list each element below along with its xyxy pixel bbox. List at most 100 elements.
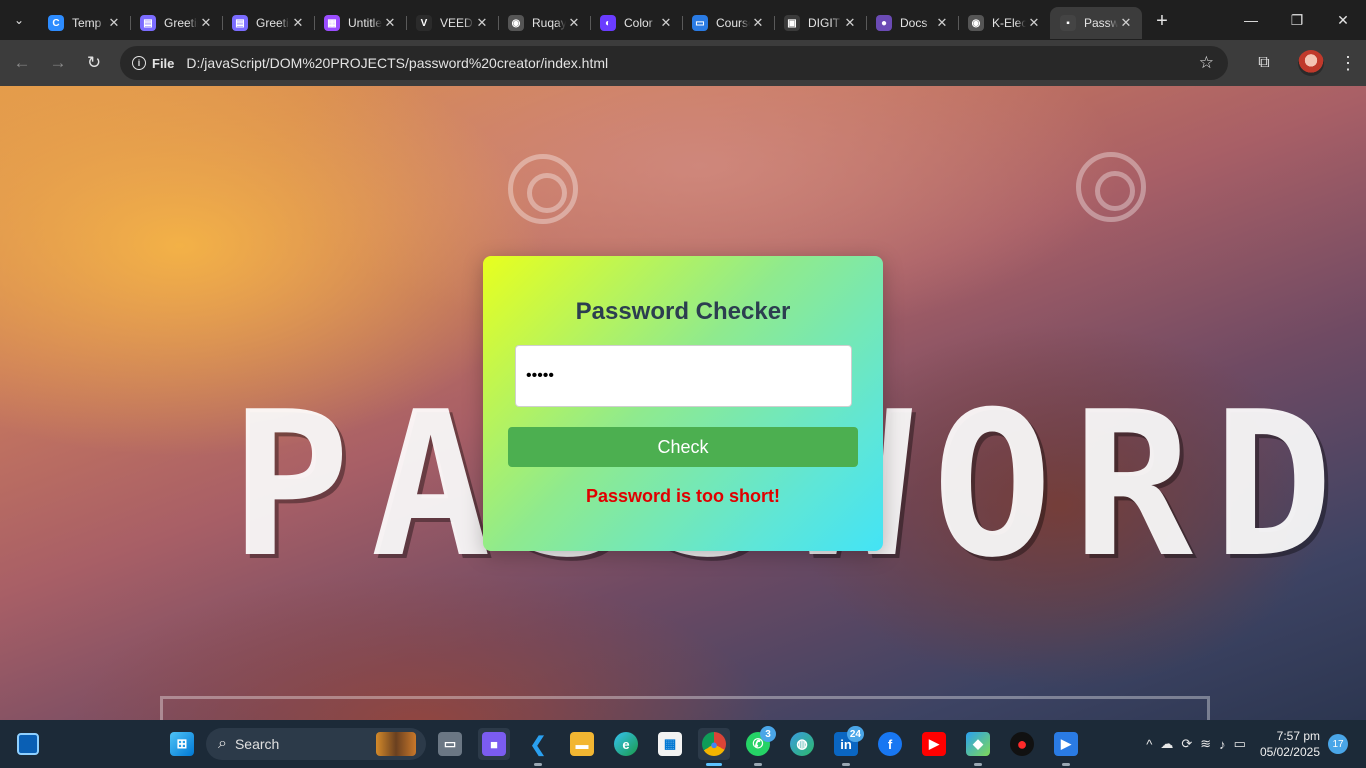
veed-icon: V xyxy=(416,15,432,31)
tab-close-icon[interactable]: ✕ xyxy=(934,15,950,31)
window-controls: — ❐ ✕ xyxy=(1228,0,1366,40)
reload-icon[interactable]: ↻ xyxy=(76,45,112,81)
new-tab-button[interactable]: + xyxy=(1146,5,1178,37)
vscode-icon[interactable]: ❮ xyxy=(522,728,554,766)
validation-message: Password is too short! xyxy=(585,486,781,506)
screen-recorder-icon[interactable]: ● xyxy=(1006,728,1038,760)
tab-search-chevron-icon[interactable]: ⌄ xyxy=(0,0,38,40)
calendar-icon: ▦ xyxy=(324,15,340,31)
volume-icon[interactable]: ♪ xyxy=(1219,737,1226,752)
tab-close-icon[interactable]: ✕ xyxy=(750,15,766,31)
wifi-icon[interactable]: ≋ xyxy=(1200,736,1211,752)
store-icon[interactable]: ▦ xyxy=(654,728,686,760)
battery-icon[interactable]: ▭ xyxy=(1234,736,1246,752)
tab-close-icon[interactable]: ✕ xyxy=(106,15,122,31)
tab-close-icon[interactable]: ✕ xyxy=(1118,15,1134,31)
page-viewport: PASSWORD Password Checker Check Password… xyxy=(0,86,1366,720)
whatsapp-badge: 3 xyxy=(760,726,776,742)
swirl-decoration xyxy=(1076,152,1146,222)
profile-avatar[interactable] xyxy=(1298,50,1324,76)
edge-icon[interactable]: e xyxy=(610,728,642,760)
tab-close-icon[interactable]: ✕ xyxy=(198,15,214,31)
browser-tab[interactable]: V VEED ✕ xyxy=(406,7,499,39)
back-arrow-icon[interactable]: ← xyxy=(4,45,40,81)
sync-icon[interactable]: ⟳ xyxy=(1181,736,1192,752)
document-icon: ▤ xyxy=(232,15,248,31)
browser-tab[interactable]: ▤ Greetings✕ xyxy=(130,7,223,39)
widgets-icon[interactable] xyxy=(12,728,44,760)
browser-globe-icon[interactable]: ◍ xyxy=(786,728,818,760)
media-player-icon[interactable]: ▶ xyxy=(1050,728,1082,766)
extensions-puzzle-icon[interactable]: ⧉ xyxy=(1246,45,1282,81)
browser-tab[interactable]: ▣ DIGIT ✕ xyxy=(774,7,867,39)
file-explorer-icon[interactable]: ▬ xyxy=(566,728,598,760)
page-title: Password Checker xyxy=(575,298,791,325)
chevron-up-icon[interactable]: ^ xyxy=(1146,737,1152,752)
facebook-icon[interactable]: f xyxy=(874,728,906,760)
task-view-icon[interactable]: ▭ xyxy=(434,728,466,760)
restore-icon[interactable]: ❐ xyxy=(1274,0,1320,40)
tab-list: CTemp✕▤Greetings✕▤Greetings✕▦Untitled✕VV… xyxy=(38,0,1142,40)
linkedin-badge: 24 xyxy=(846,726,864,742)
tab-title: K-Electric xyxy=(992,16,1026,30)
browser-tab[interactable]: C Temp ✕ xyxy=(38,7,131,39)
password-input[interactable] xyxy=(515,345,852,407)
kebab-menu-icon[interactable]: ⋮ xyxy=(1336,45,1360,81)
linkedin-icon[interactable]: in 24 xyxy=(830,726,864,766)
tab-title: Temp xyxy=(72,16,102,30)
swirl-decoration xyxy=(508,154,578,224)
color-icon: ◐ xyxy=(600,15,616,31)
search-icon: ⌕ xyxy=(218,735,227,752)
info-icon: i xyxy=(132,56,146,70)
start-windows-icon[interactable]: ⊞ xyxy=(166,728,198,760)
url-text[interactable]: D:/javaScript/DOM%20PROJECTS/password%20… xyxy=(186,55,608,71)
digit-icon: ▣ xyxy=(784,15,800,31)
canva-icon: C xyxy=(48,15,64,31)
forward-arrow-icon[interactable]: → xyxy=(40,45,76,81)
bookmark-star-icon[interactable]: ☆ xyxy=(1199,53,1214,73)
clock-time: 7:57 pm xyxy=(1276,729,1320,743)
tab-title: DIGIT xyxy=(808,16,840,30)
browser-tab[interactable]: ▪ Password Checker✕ xyxy=(1050,7,1142,39)
address-bar[interactable]: i File D:/javaScript/DOM%20PROJECTS/pass… xyxy=(120,46,1228,80)
taskbar-search[interactable]: ⌕ Search xyxy=(206,728,426,760)
site-info-chip[interactable]: i File xyxy=(130,51,182,75)
tab-close-icon[interactable]: ✕ xyxy=(1026,15,1042,31)
browser-tab[interactable]: ▭ Course✕ xyxy=(682,7,775,39)
photos-app-icon[interactable]: ◆ xyxy=(962,728,994,766)
youtube-icon[interactable]: ▶ xyxy=(918,728,950,760)
tab-title: VEED xyxy=(440,16,473,30)
browser-tab[interactable]: ◉ K-Electric✕ xyxy=(958,7,1051,39)
browser-tab[interactable]: ◐ Color ✕ xyxy=(590,7,683,39)
site-chip-label: File xyxy=(152,55,175,71)
tab-title: Course xyxy=(716,16,750,30)
tab-title: Password Checker xyxy=(1084,16,1118,30)
search-label: Search xyxy=(234,736,280,752)
tab-close-icon[interactable]: ✕ xyxy=(474,15,490,31)
chrome-icon[interactable]: ● xyxy=(698,728,730,766)
cloud-icon[interactable]: ☁ xyxy=(1160,736,1173,752)
clock[interactable]: 7:57 pm 05/02/2025 xyxy=(1260,728,1320,760)
tab-close-icon[interactable]: ✕ xyxy=(290,15,306,31)
tab-close-icon[interactable]: ✕ xyxy=(658,15,674,31)
tab-close-icon[interactable]: ✕ xyxy=(382,15,398,31)
tab-title: Ruqayya xyxy=(532,16,566,30)
clock-date: 05/02/2025 xyxy=(1259,745,1320,759)
close-window-icon[interactable]: ✕ xyxy=(1320,0,1366,40)
globe-icon: ◉ xyxy=(968,15,984,31)
minimize-icon[interactable]: — xyxy=(1228,0,1274,40)
tab-title: Docs xyxy=(900,16,928,30)
browser-tab[interactable]: ▤ Greetings✕ xyxy=(222,7,315,39)
tab-close-icon[interactable]: ✕ xyxy=(842,15,858,31)
browser-tab[interactable]: ◉ Ruqayya✕ xyxy=(498,7,591,39)
keyboard-decoration xyxy=(160,696,1210,720)
password-checker-card: Password Checker Check Password is too s… xyxy=(483,256,883,551)
check-button[interactable]: Check xyxy=(508,427,858,467)
meet-camera-icon[interactable]: ■ xyxy=(478,728,510,760)
tab-title: Greetings xyxy=(164,16,198,30)
browser-tab[interactable]: ● Docs ✕ xyxy=(866,7,959,39)
notification-badge[interactable]: 17 xyxy=(1328,734,1348,754)
tab-close-icon[interactable]: ✕ xyxy=(566,15,582,31)
browser-tab[interactable]: ▦ Untitled✕ xyxy=(314,7,407,39)
whatsapp-icon[interactable]: ✆ 3 xyxy=(742,726,776,766)
